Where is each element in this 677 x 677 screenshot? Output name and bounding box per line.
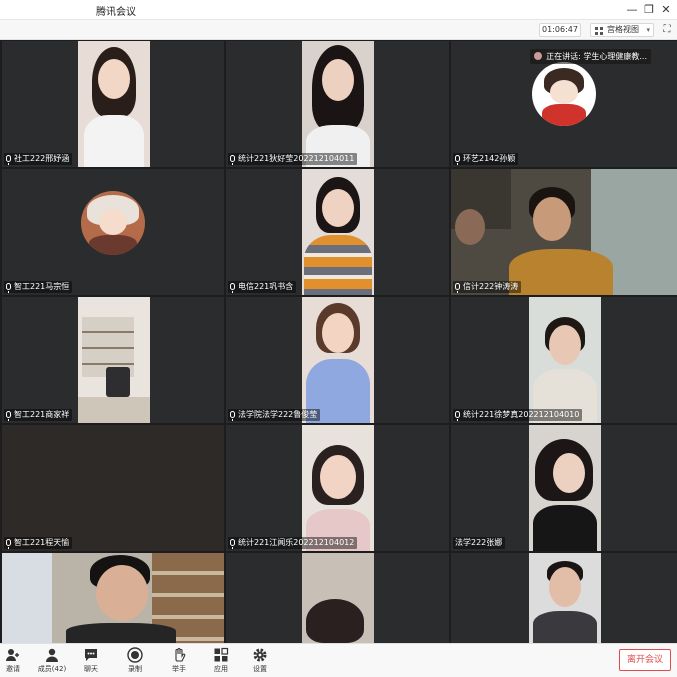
chat-button[interactable]: 聊天 [75,646,107,676]
video-feed [302,425,374,551]
participant-name: 智工221商家祥 [4,409,73,421]
leave-meeting-button[interactable]: 离开会议 [619,649,671,671]
video-feed [451,169,677,295]
video-tile[interactable] [2,553,224,643]
participant-name: 法学222张娜 [453,537,506,549]
gear-icon [252,647,268,663]
video-feed [78,41,150,167]
view-mode-button[interactable]: 宫格视图 ▾ [590,23,654,37]
restore-button[interactable]: ❐ [641,2,657,18]
meeting-window: 腾讯会议 — ❐ ✕ 01:06:47 宫格视图 ▾ ⛶ 社工222邢妤涵 统计… [0,0,677,677]
video-tile[interactable]: 智工221马宗恒 [2,169,224,295]
video-feed [302,169,374,295]
microphone-icon [455,155,460,165]
record-icon [127,647,143,663]
add-user-icon [5,647,21,663]
video-feed [529,297,601,423]
video-tile[interactable] [226,553,449,643]
microphone-icon [455,411,460,421]
video-tile[interactable]: 正在讲话: 学生心理健康教... 环艺2142孙颖 [451,41,677,167]
chevron-down-icon: ▾ [646,26,650,34]
video-feed [529,553,601,643]
video-tile[interactable]: 电信221巩书含 [226,169,449,295]
members-button[interactable]: 成员(42) [34,646,70,676]
video-tile[interactable]: ▸ 统计221徐梦真202212104010 [451,297,677,423]
top-toolbar: 01:06:47 宫格视图 ▾ ⛶ [0,20,677,40]
video-feed [529,425,601,551]
video-tile[interactable]: 智工221程天愉 [2,425,224,551]
video-tile[interactable]: 信计222钟涛涛 [451,169,677,295]
speaker-avatar [534,52,543,60]
fullscreen-button[interactable]: ⛶ [660,23,674,37]
video-feed [78,297,150,423]
record-button[interactable]: 录制 [119,646,151,676]
chat-icon [83,647,99,663]
microphone-icon [6,155,11,165]
invite-button[interactable]: 邀请 [0,646,29,676]
participant-name: 统计221江闻乐202212104012 [228,537,358,549]
microphone-icon [6,283,11,293]
video-feed [302,297,374,423]
settings-button[interactable]: 设置 [244,646,276,676]
close-button[interactable]: ✕ [658,2,674,18]
title-bar: 腾讯会议 — ❐ ✕ [0,0,677,20]
window-title: 腾讯会议 [96,7,136,18]
video-tile[interactable]: 法学院法学222鲁俊莹 [226,297,449,423]
hand-icon [171,647,187,663]
microphone-icon [230,539,235,549]
participant-name: 统计221狄好莹202212104011 [228,153,358,165]
microphone-icon [230,283,235,293]
avatar [81,191,145,255]
apps-icon [213,647,229,663]
microphone-icon [6,539,11,549]
video-tile[interactable]: 法学222张娜 [451,425,677,551]
microphone-icon [230,155,235,165]
participant-name: 智工221马宗恒 [4,281,73,293]
bottom-toolbar: 邀请 成员(42) 聊天 录制 举手 应用 设置 离开会议 [0,643,677,677]
video-grid: 社工222邢妤涵 统计221狄好莹202212104011 正在讲话: 学生心理… [0,40,677,643]
microphone-icon [230,411,235,421]
microphone-icon [6,411,11,421]
video-feed [2,553,224,643]
participant-name: 环艺2142孙颖 [453,153,519,165]
video-tile[interactable]: 统计221狄好莹202212104011 [226,41,449,167]
video-feed [302,41,374,167]
participant-name: 社工222邢妤涵 [4,153,73,165]
participant-name: 智工221程天愉 [4,537,73,549]
view-mode-label: 宫格视图 [607,25,639,34]
members-icon [44,647,60,663]
apps-button[interactable]: 应用 [205,646,237,676]
avatar [532,62,596,126]
video-tile[interactable]: 智工221商家祥 [2,297,224,423]
minimize-button[interactable]: — [624,2,640,18]
participant-name: 法学院法学222鲁俊莹 [228,409,321,421]
participant-name: 信计222钟涛涛 [453,281,522,293]
video-feed [302,553,374,643]
participant-name: 电信221巩书含 [228,281,297,293]
video-tile[interactable]: 统计221江闻乐202212104012 [226,425,449,551]
participant-name: 统计221徐梦真202212104010 [453,409,583,421]
microphone-icon [455,283,460,293]
speaking-indicator: 正在讲话: 学生心理健康教... [530,49,651,64]
raise-hand-button[interactable]: 举手 [163,646,195,676]
video-tile[interactable] [451,553,677,643]
video-tile[interactable]: 社工222邢妤涵 [2,41,224,167]
grid-icon [595,27,603,35]
meeting-timer: 01:06:47 [539,23,581,37]
